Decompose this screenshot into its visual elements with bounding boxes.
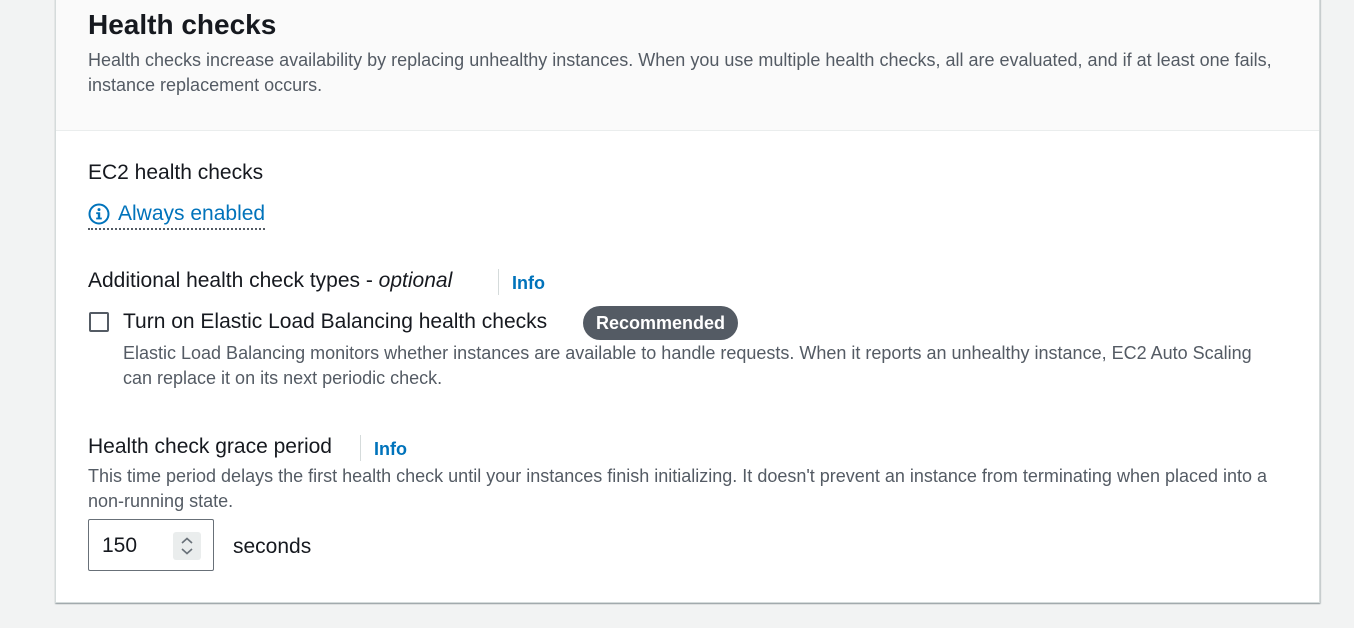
grace-label-divider <box>360 435 361 461</box>
elb-health-checks-checkbox[interactable] <box>89 312 109 332</box>
elb-health-checks-label[interactable]: Turn on Elastic Load Balancing health ch… <box>123 308 547 336</box>
grace-period-value[interactable]: 150 <box>102 532 137 560</box>
additional-label-text: Additional health check types - <box>88 269 379 292</box>
grace-period-input[interactable]: 150 <box>88 519 214 571</box>
grace-period-label: Health check grace period <box>88 435 332 458</box>
always-enabled-popover-trigger[interactable]: Always enabled <box>88 200 266 230</box>
additional-info-link[interactable]: Info <box>512 271 545 295</box>
grace-period-info-link[interactable]: Info <box>374 437 407 461</box>
section-description: Health checks increase availability by r… <box>88 50 1272 95</box>
health-checks-panel: Health checks Health checks increase ava… <box>55 0 1320 603</box>
grace-period-description: This time period delays the first health… <box>88 466 1268 511</box>
section-title: Health checks <box>88 9 277 40</box>
label-divider <box>498 269 499 295</box>
info-circle-icon <box>88 203 110 225</box>
optional-text: optional <box>378 269 453 292</box>
grace-period-unit: seconds <box>233 535 312 558</box>
recommended-badge: Recommended <box>583 306 739 340</box>
always-enabled-text: Always enabled <box>118 202 266 225</box>
stepper-icon[interactable] <box>173 532 201 560</box>
panel-header: Health checks Health checks increase ava… <box>56 0 1319 131</box>
ec2-health-checks-label: EC2 health checks <box>88 161 264 184</box>
additional-health-check-types-label: Additional health check types - optional <box>88 267 452 295</box>
elb-health-checks-description: Elastic Load Balancing monitors whether … <box>123 343 1252 388</box>
